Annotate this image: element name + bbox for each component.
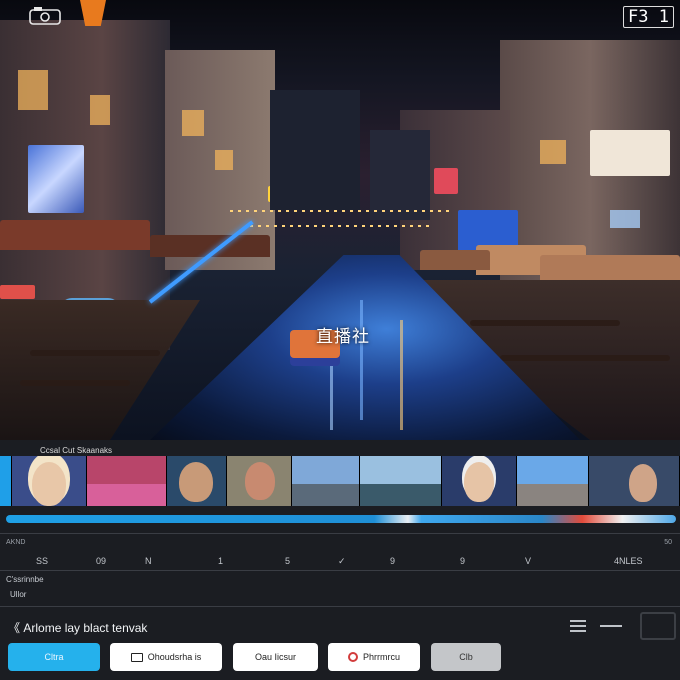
ruler-tick: 1 bbox=[218, 556, 224, 566]
light-reflection bbox=[360, 300, 363, 420]
playback-progress-bar[interactable] bbox=[6, 515, 676, 523]
window bbox=[610, 210, 640, 228]
window bbox=[215, 150, 233, 170]
crowd bbox=[470, 320, 620, 326]
ruler-tick: 9 bbox=[460, 556, 466, 566]
clip-thumbnail[interactable] bbox=[87, 456, 167, 506]
string-lights bbox=[250, 225, 430, 227]
ruler-label: AKND bbox=[6, 539, 26, 546]
status-text: 《 Arlome lay blact tenvak bbox=[8, 619, 147, 636]
ruler-tick: V bbox=[525, 556, 532, 566]
ruler-tick: N bbox=[145, 556, 152, 566]
face bbox=[179, 462, 213, 502]
video-preview[interactable]: 直播社 F3 1 bbox=[0, 0, 680, 440]
option-button-label: Oau Iicsur bbox=[254, 652, 296, 662]
ruler-right-label: 50 bbox=[664, 539, 672, 546]
market-awning bbox=[420, 250, 490, 270]
clip-thumbnail[interactable] bbox=[0, 456, 12, 506]
primary-button[interactable]: Cltra bbox=[8, 643, 100, 671]
overlay-caption: 直播社 bbox=[316, 327, 370, 347]
divider bbox=[0, 606, 680, 607]
face bbox=[32, 462, 66, 506]
face bbox=[629, 464, 657, 502]
frame-counter: F3 1 bbox=[623, 6, 674, 28]
track-label: Ccsal Cut Skaanaks bbox=[40, 446, 113, 455]
clip-thumbnail[interactable] bbox=[167, 456, 227, 506]
ruler-tick: ✓ bbox=[338, 556, 346, 566]
divider bbox=[0, 570, 680, 571]
distant-building bbox=[370, 130, 430, 220]
layer-sublabel: Ullor bbox=[10, 590, 27, 599]
face bbox=[245, 462, 275, 500]
window bbox=[540, 140, 566, 164]
chevron-left-icon[interactable]: 《 bbox=[8, 621, 20, 635]
screen-icon bbox=[130, 652, 143, 662]
layer-label: C'ssrinnbe bbox=[6, 575, 44, 584]
window bbox=[182, 110, 204, 136]
window bbox=[18, 70, 48, 110]
panel-icon[interactable] bbox=[640, 612, 676, 640]
clip-thumbnail[interactable] bbox=[12, 456, 87, 506]
billboard bbox=[28, 145, 84, 213]
ruler-tick: SS bbox=[36, 556, 49, 566]
face bbox=[464, 462, 494, 502]
status-label: Arlome lay blact tenvak bbox=[23, 621, 148, 635]
ruler-tick: 9 bbox=[390, 556, 396, 566]
record-icon bbox=[347, 652, 358, 662]
secondary-button-label: Clb bbox=[459, 652, 473, 662]
minus-icon[interactable] bbox=[600, 625, 622, 627]
record-button-label: Phrrmrcu bbox=[362, 652, 400, 662]
secondary-button[interactable]: Clb bbox=[431, 643, 501, 671]
primary-button-label: Cltra bbox=[44, 652, 64, 662]
crowd bbox=[500, 355, 670, 361]
clip-thumbnail[interactable] bbox=[442, 456, 517, 506]
ruler-tick: 5 bbox=[285, 556, 291, 566]
billboard bbox=[434, 168, 458, 194]
camera-icon[interactable] bbox=[28, 6, 62, 26]
string-lights bbox=[230, 210, 450, 212]
divider bbox=[0, 533, 680, 534]
ruler-tick: 09 bbox=[96, 556, 107, 566]
ruler-tick: 4NLES bbox=[614, 556, 643, 566]
distant-building bbox=[270, 90, 360, 210]
export-button[interactable]: Ohoudsrha is bbox=[110, 643, 222, 671]
window bbox=[90, 95, 110, 125]
clip-thumbnail[interactable] bbox=[292, 456, 360, 506]
neon-sign bbox=[0, 285, 35, 299]
market-awning bbox=[0, 220, 150, 250]
thumbnail-strip[interactable] bbox=[0, 456, 680, 506]
clip-thumbnail[interactable] bbox=[227, 456, 292, 506]
clip-thumbnail[interactable] bbox=[517, 456, 589, 506]
light-reflection bbox=[400, 320, 403, 430]
left-bank bbox=[0, 300, 200, 440]
record-button[interactable]: Phrrmrcu bbox=[328, 643, 420, 671]
clip-thumbnail[interactable] bbox=[360, 456, 442, 506]
menu-icon[interactable] bbox=[570, 617, 586, 633]
export-button-label: Ohoudsrha is bbox=[147, 652, 202, 662]
option-button[interactable]: Oau Iicsur bbox=[233, 643, 318, 671]
billboard bbox=[590, 130, 670, 176]
crowd bbox=[20, 380, 130, 386]
clip-thumbnail[interactable] bbox=[589, 456, 680, 506]
crowd bbox=[30, 350, 160, 356]
